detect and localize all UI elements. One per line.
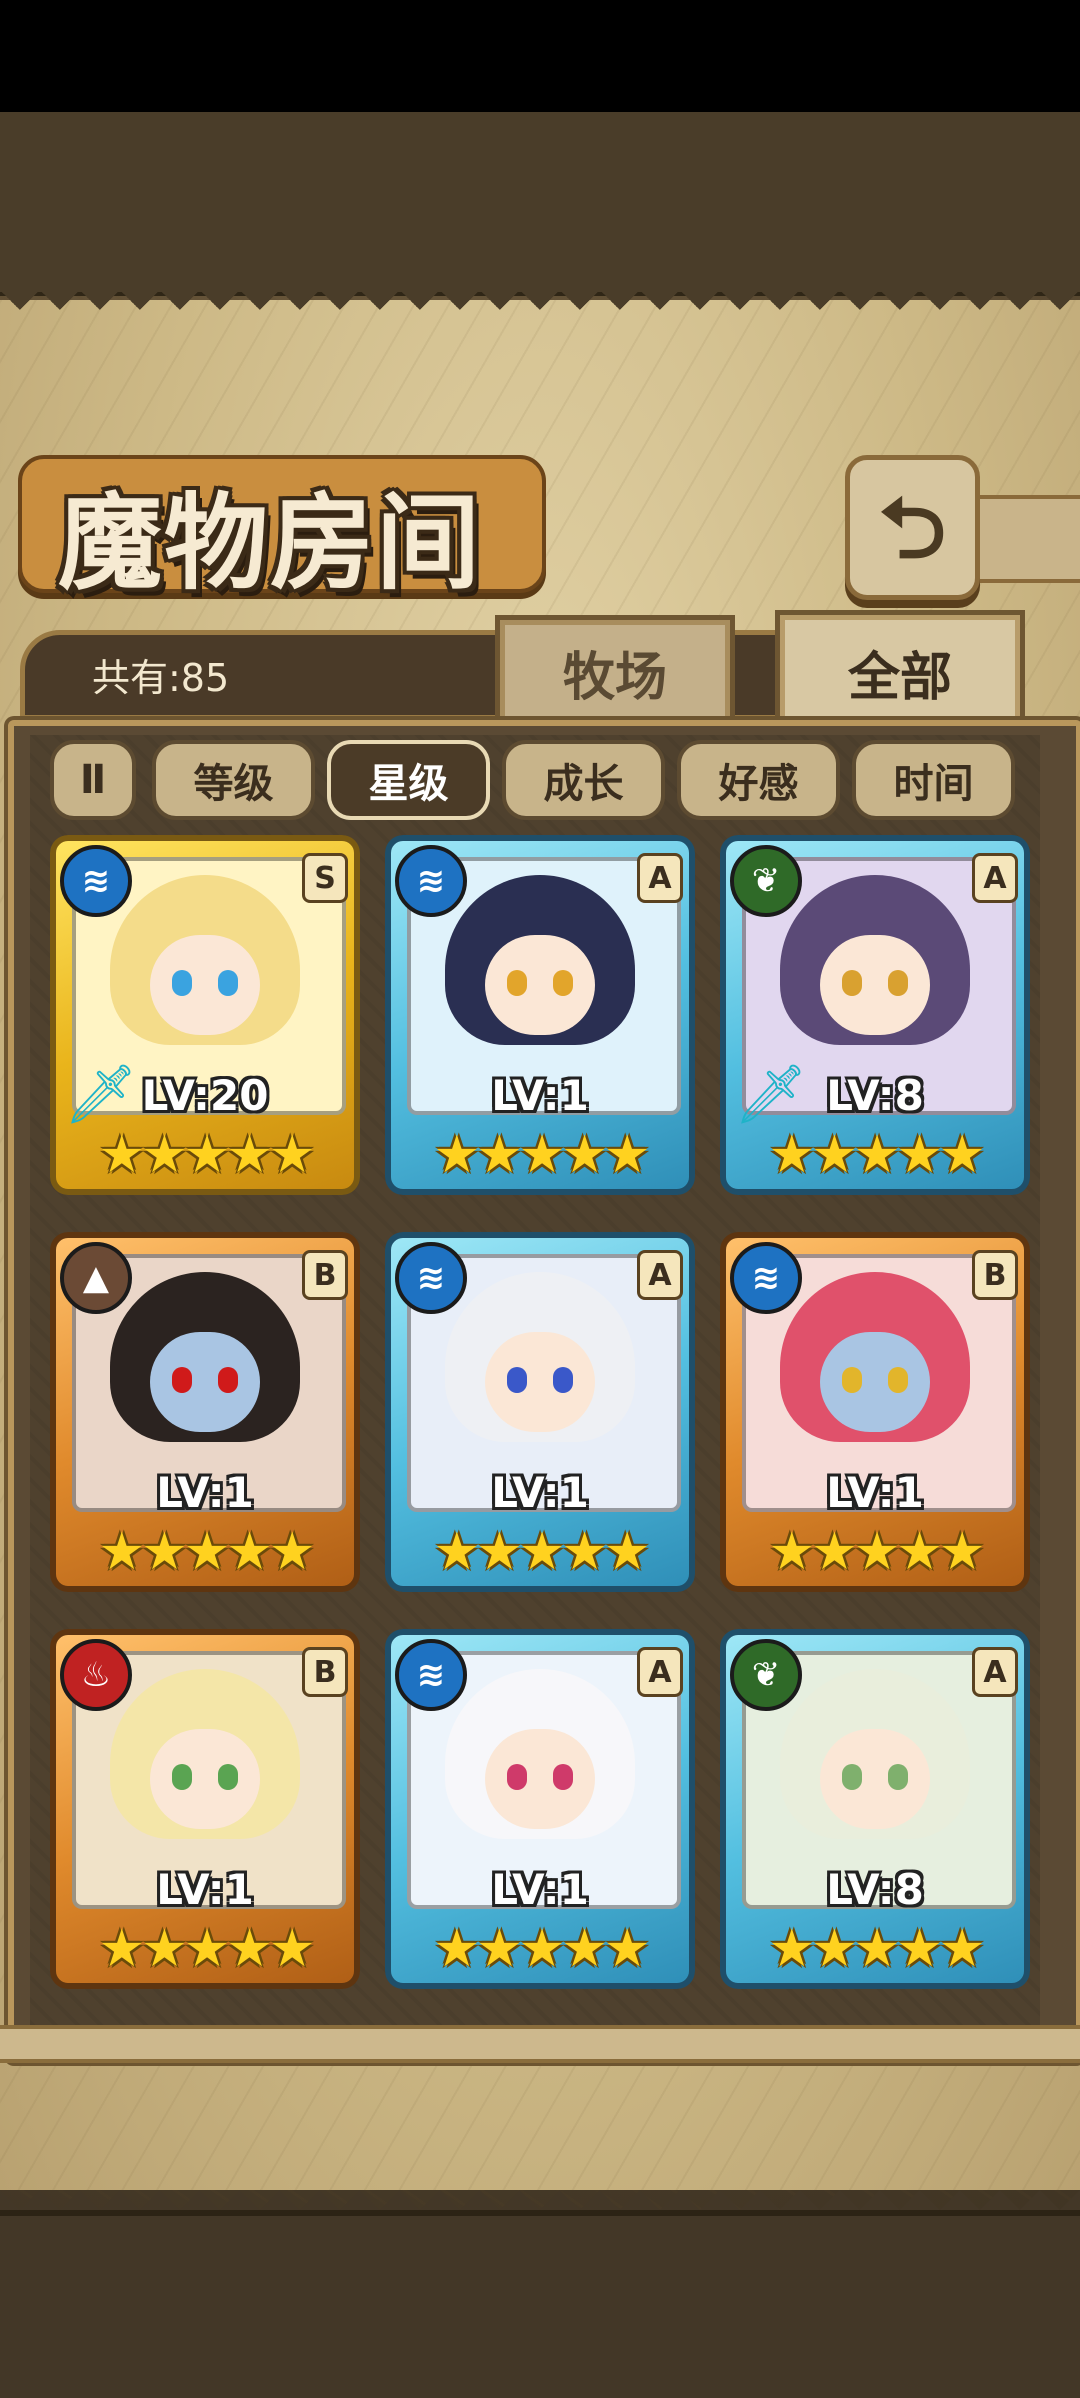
monster-card[interactable]: ▲ B LV:1 ★★★★★ xyxy=(50,1232,360,1592)
portrait-eye xyxy=(218,1764,238,1790)
bottom-zigzag-edge xyxy=(0,2170,1080,2210)
monster-card[interactable]: ❦ A 🗡 LV:8 ★★★★★ xyxy=(720,835,1030,1195)
portrait-eye xyxy=(842,1764,862,1790)
earth-element-icon: ▲ xyxy=(60,1242,132,1314)
tab-farm[interactable]: 牧场 xyxy=(495,615,735,730)
monster-card[interactable]: ≋ A LV:1 ★★★★★ xyxy=(385,1629,695,1989)
rank-badge: B xyxy=(302,1647,348,1697)
portrait-eye xyxy=(888,970,908,996)
fire-element-icon: ♨ xyxy=(60,1639,132,1711)
top-zigzag-edge xyxy=(0,290,1080,330)
portrait-face xyxy=(485,935,595,1035)
sort-growth-button[interactable]: 成长 xyxy=(502,740,665,820)
water-element-icon: ≋ xyxy=(395,1639,467,1711)
sort-affection-button[interactable]: 好感 xyxy=(677,740,840,820)
portrait-face xyxy=(150,935,260,1035)
portrait-eye xyxy=(553,1367,573,1393)
monster-card[interactable]: ≋ S 🗡 LV:20 ★★★★★ xyxy=(50,835,360,1195)
status-bar xyxy=(0,0,1080,112)
monster-card[interactable]: ❦ A LV:8 ★★★★★ xyxy=(720,1629,1030,1989)
star-rating: ★★★★★ xyxy=(98,1125,315,1185)
monster-level: LV:8 xyxy=(826,1071,924,1120)
star-rating: ★★★★★ xyxy=(98,1919,315,1979)
sort-star-button[interactable]: 星级 xyxy=(327,740,490,820)
monster-card[interactable]: ♨ B LV:1 ★★★★★ xyxy=(50,1629,360,1989)
monster-level: LV:1 xyxy=(156,1468,254,1517)
water-element-icon: ≋ xyxy=(395,845,467,917)
portrait-eye xyxy=(553,1764,573,1790)
portrait-eye xyxy=(842,970,862,996)
portrait-eye xyxy=(218,1367,238,1393)
portrait-face xyxy=(485,1729,595,1829)
portrait-eye xyxy=(553,970,573,996)
monster-level: LV:1 xyxy=(826,1468,924,1517)
panel-bottom-rail xyxy=(0,2025,1080,2063)
star-rating: ★★★★★ xyxy=(768,1522,985,1582)
rank-badge: B xyxy=(302,1250,348,1300)
monster-count: 共有:85 xyxy=(92,656,230,700)
sort-order-toggle[interactable]: Ⅱ xyxy=(50,740,136,820)
water-element-icon: ≋ xyxy=(395,1242,467,1314)
bottom-wood-band xyxy=(0,2210,1080,2398)
page-title: 魔物房间 xyxy=(58,482,483,604)
rank-badge: A xyxy=(637,1647,683,1697)
monster-card[interactable]: ≋ B LV:1 ★★★★★ xyxy=(720,1232,1030,1592)
rank-badge: A xyxy=(637,853,683,903)
tab-all[interactable]: 全部 xyxy=(775,610,1025,735)
nature-element-icon: ❦ xyxy=(730,845,802,917)
monster-level: LV:1 xyxy=(491,1071,589,1120)
star-rating: ★★★★★ xyxy=(433,1125,650,1185)
portrait-eye xyxy=(842,1367,862,1393)
portrait-eye xyxy=(507,1764,527,1790)
portrait-eye xyxy=(888,1367,908,1393)
monster-level: LV:1 xyxy=(491,1468,589,1517)
portrait-eye xyxy=(172,970,192,996)
nature-element-icon: ❦ xyxy=(730,1639,802,1711)
monster-card[interactable]: ≋ A LV:1 ★★★★★ xyxy=(385,835,695,1195)
star-rating: ★★★★★ xyxy=(768,1919,985,1979)
water-element-icon: ≋ xyxy=(60,845,132,917)
portrait-face xyxy=(820,1332,930,1432)
water-element-icon: ≋ xyxy=(730,1242,802,1314)
back-button[interactable]: ⮌ xyxy=(845,455,980,600)
rank-badge: S xyxy=(302,853,348,903)
rank-badge: B xyxy=(972,1250,1018,1300)
portrait-face xyxy=(150,1729,260,1829)
monster-level: LV:20 xyxy=(141,1071,269,1120)
portrait-eye xyxy=(172,1764,192,1790)
portrait-face xyxy=(820,935,930,1035)
portrait-face xyxy=(150,1332,260,1432)
star-rating: ★★★★★ xyxy=(768,1125,985,1185)
star-rating: ★★★★★ xyxy=(433,1522,650,1582)
portrait-face xyxy=(820,1729,930,1829)
star-rating: ★★★★★ xyxy=(98,1522,315,1582)
portrait-eye xyxy=(888,1764,908,1790)
monster-level: LV:8 xyxy=(826,1865,924,1914)
portrait-eye xyxy=(218,970,238,996)
sort-level-button[interactable]: 等级 xyxy=(152,740,315,820)
top-wood-band xyxy=(0,112,1080,296)
star-rating: ★★★★★ xyxy=(433,1919,650,1979)
monster-level: LV:1 xyxy=(491,1865,589,1914)
portrait-eye xyxy=(507,1367,527,1393)
portrait-eye xyxy=(172,1367,192,1393)
rank-badge: A xyxy=(637,1250,683,1300)
rank-badge: A xyxy=(972,1647,1018,1697)
monster-card[interactable]: ≋ A LV:1 ★★★★★ xyxy=(385,1232,695,1592)
sort-time-button[interactable]: 时间 xyxy=(852,740,1015,820)
return-arrow-icon: ⮌ xyxy=(878,478,947,577)
monster-level: LV:1 xyxy=(156,1865,254,1914)
portrait-face xyxy=(485,1332,595,1432)
portrait-eye xyxy=(507,970,527,996)
rank-badge: A xyxy=(972,853,1018,903)
